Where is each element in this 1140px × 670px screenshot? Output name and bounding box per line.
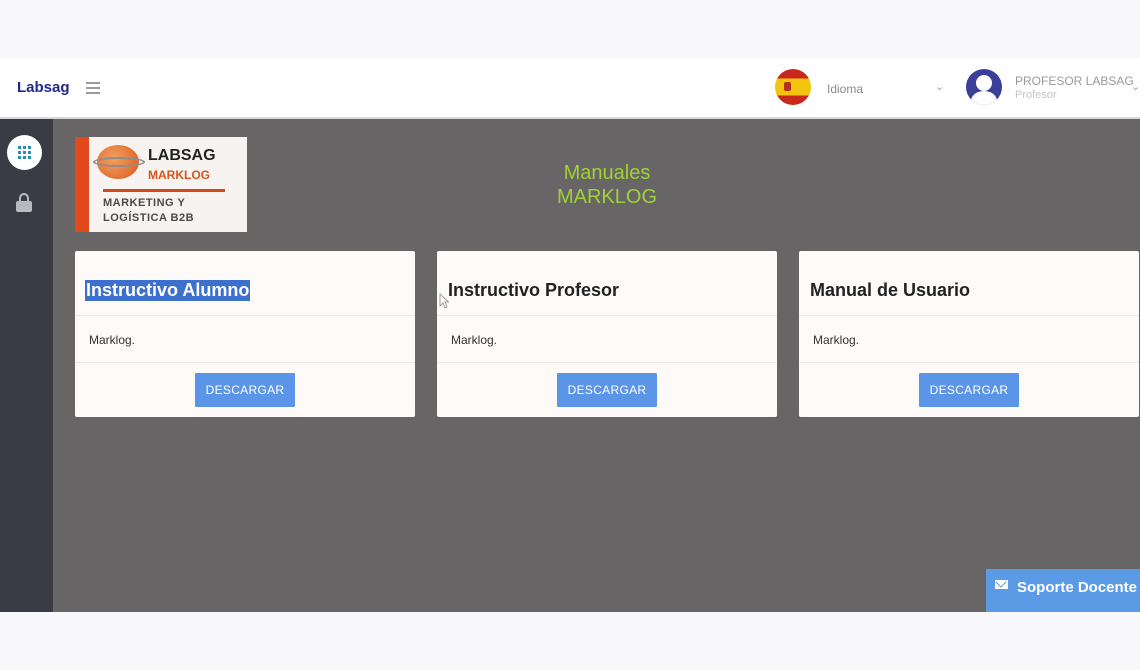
- manual-card: Instructivo Alumno Marklog. DESCARGAR: [75, 251, 415, 417]
- chevron-down-icon[interactable]: ⌄: [1131, 80, 1140, 93]
- top-navbar: Labsag Idioma ⌄ PROFESOR LABSAG Profesor…: [0, 58, 1140, 119]
- logo-title: LABSAG: [148, 147, 216, 164]
- manual-card: Manual de Usuario Marklog. DESCARGAR: [799, 251, 1139, 417]
- card-title: Manual de Usuario: [810, 280, 971, 300]
- mail-icon: [995, 580, 1008, 589]
- language-select[interactable]: Idioma: [827, 82, 863, 96]
- card-title: Instructivo Alumno: [85, 280, 251, 301]
- chevron-down-icon[interactable]: ⌄: [935, 80, 944, 93]
- menu-icon[interactable]: [86, 79, 100, 95]
- top-letterbox: [0, 0, 1140, 58]
- user-name[interactable]: PROFESOR LABSAG: [1015, 74, 1134, 88]
- download-button[interactable]: DESCARGAR: [919, 373, 1019, 407]
- manual-card: Instructivo Profesor Marklog. DESCARGAR: [437, 251, 777, 417]
- support-button[interactable]: Soporte Docente: [986, 569, 1140, 612]
- lock-icon[interactable]: [16, 193, 32, 213]
- card-description: Marklog.: [451, 333, 498, 347]
- logo-tagline: LOGÍSTICA B2B: [103, 212, 195, 224]
- spain-flag-icon[interactable]: [775, 69, 811, 105]
- support-label: Soporte Docente: [1017, 579, 1138, 596]
- labsag-marklog-logo: LABSAG MARKLOG MARKETING Y LOGÍSTICA B2B: [75, 137, 247, 232]
- download-button[interactable]: DESCARGAR: [557, 373, 657, 407]
- brand-link[interactable]: Labsag: [17, 79, 70, 96]
- card-description: Marklog.: [813, 333, 860, 347]
- download-button[interactable]: DESCARGAR: [195, 373, 295, 407]
- bottom-letterbox: [0, 612, 1140, 670]
- mouse-cursor-icon: [439, 293, 449, 309]
- logo-subtitle: MARKLOG: [148, 168, 210, 182]
- user-avatar-icon[interactable]: [966, 69, 1002, 105]
- apps-grid-button[interactable]: [7, 135, 42, 170]
- logo-tagline: MARKETING Y: [103, 197, 186, 209]
- apps-grid-icon: [18, 146, 31, 159]
- card-description: Marklog.: [89, 333, 136, 347]
- main-content: LABSAG MARKLOG MARKETING Y LOGÍSTICA B2B…: [53, 119, 1140, 612]
- sidebar: [0, 119, 53, 612]
- page-title: Manuales MARKLOG: [556, 162, 658, 208]
- card-title: Instructivo Profesor: [448, 280, 620, 300]
- user-role: Profesor: [1015, 89, 1057, 101]
